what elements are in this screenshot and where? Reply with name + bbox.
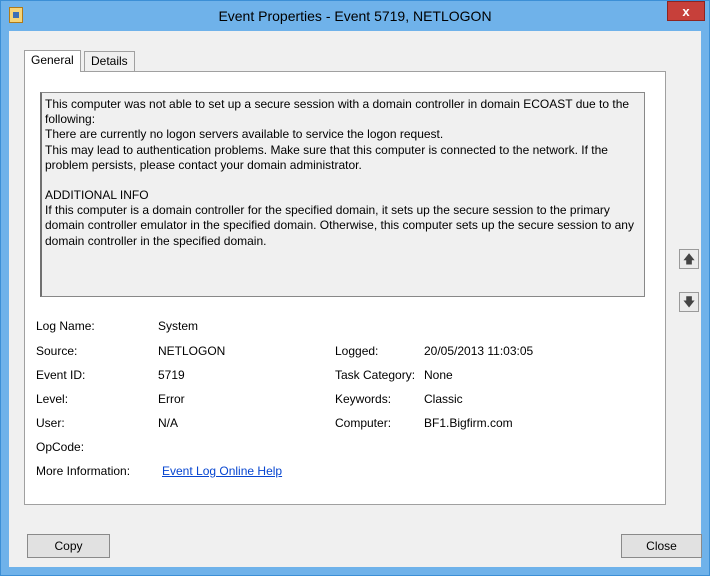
event-properties-window: Event Properties - Event 5719, NETLOGON … [0,0,710,576]
source-label: Source: [36,344,78,358]
user-label: User: [36,416,65,430]
close-window-button[interactable]: x [667,1,705,21]
event-description[interactable]: This computer was not able to set up a s… [40,92,645,297]
event-id-value: 5719 [158,368,185,382]
keywords-label: Keywords: [335,392,392,406]
log-name-label: Log Name: [36,319,95,333]
description-paragraph: This computer was not able to set up a s… [45,97,630,172]
level-label: Level: [36,392,69,406]
next-event-button[interactable]: 🡇 [679,292,699,312]
arrow-down-icon: 🡇 [682,295,696,309]
computer-label: Computer: [335,416,392,430]
tab-details[interactable]: Details [84,51,135,71]
dialog-body: General Details This computer was not ab… [9,31,702,567]
copy-button[interactable]: Copy [27,534,110,558]
computer-value: BF1.Bigfirm.com [424,416,513,430]
level-value: Error [158,392,185,406]
tab-general[interactable]: General [24,50,81,72]
task-category-label: Task Category: [335,368,416,382]
more-information-label: More Information: [36,464,131,478]
general-panel: This computer was not able to set up a s… [24,71,666,505]
event-log-online-help-link[interactable]: Event Log Online Help [162,464,282,478]
arrow-up-icon: 🡅 [682,252,696,266]
previous-event-button[interactable]: 🡅 [679,249,699,269]
close-button[interactable]: Close [621,534,702,558]
title-bar[interactable]: Event Properties - Event 5719, NETLOGON … [1,1,709,31]
logged-value: 20/05/2013 11:03:05 [424,344,534,358]
event-id-label: Event ID: [36,368,86,382]
description-additional-info: ADDITIONAL INFO If this computer is a do… [45,188,634,248]
task-category-value: None [424,368,453,382]
window-title: Event Properties - Event 5719, NETLOGON [218,8,492,24]
user-value: N/A [158,416,179,430]
log-name-value: System [158,319,199,333]
source-value: NETLOGON [158,344,226,358]
keywords-value: Classic [424,392,463,406]
opcode-label: OpCode: [36,440,85,454]
logged-label: Logged: [335,344,379,358]
